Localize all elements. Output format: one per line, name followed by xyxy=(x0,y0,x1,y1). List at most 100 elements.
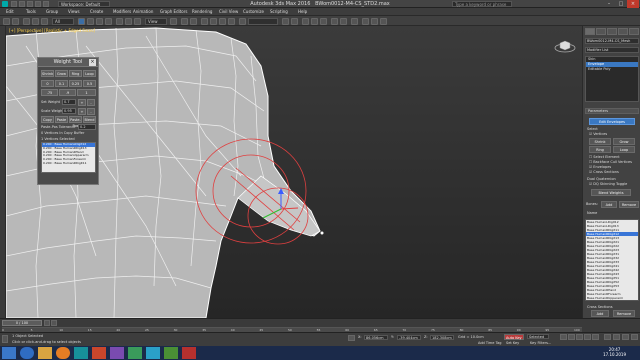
cs-remove-button[interactable]: Remove xyxy=(613,310,635,317)
app-icon-8[interactable] xyxy=(146,347,160,359)
render-setup-icon[interactable] xyxy=(362,18,369,25)
wt-weight-1-button[interactable]: 1 xyxy=(77,89,96,96)
spinner-snap-icon[interactable] xyxy=(228,18,235,25)
add-bone-button[interactable]: Add xyxy=(601,201,617,208)
wt-loop-button[interactable]: Loop xyxy=(83,70,96,77)
app-icon-7[interactable] xyxy=(128,347,142,359)
set-weight-minus-button[interactable]: - xyxy=(87,99,95,106)
stack-item-editable-poly[interactable]: Editable Poly xyxy=(586,67,638,72)
curve-editor-icon[interactable] xyxy=(331,18,338,25)
list-item[interactable]: Base HumanRUpperarm xyxy=(586,296,638,300)
orbit-icon[interactable] xyxy=(613,334,620,340)
select-by-name-icon[interactable] xyxy=(87,18,94,25)
mirror-icon[interactable] xyxy=(282,18,289,25)
wt-weight-025-button[interactable]: 0.25 xyxy=(69,80,82,87)
graphite-toggle-icon[interactable] xyxy=(320,18,327,25)
bones-list[interactable]: Base HumanLDigit12 Base HumanLDigit13 Ba… xyxy=(585,219,639,301)
dq-toggle-checkbox[interactable]: ☑ DQ Skinning Toggle xyxy=(589,182,627,186)
wt-weight-09-button[interactable]: .9 xyxy=(59,89,76,96)
rendered-frame-window-icon[interactable] xyxy=(371,18,378,25)
wt-weight-0-button[interactable]: 0 xyxy=(41,80,54,87)
wt-weight-05-button[interactable]: 0.5 xyxy=(83,80,96,87)
percent-snap-icon[interactable] xyxy=(219,18,226,25)
prev-frame-icon[interactable] xyxy=(568,334,575,340)
select-object-icon[interactable] xyxy=(78,18,85,25)
menu-create[interactable]: Create xyxy=(90,9,103,14)
wt-grow-button[interactable]: Grow xyxy=(55,70,68,77)
goto-start-icon[interactable] xyxy=(560,334,567,340)
move-icon[interactable] xyxy=(116,18,123,25)
start-icon[interactable] xyxy=(2,347,16,359)
app-icon-9[interactable] xyxy=(164,347,178,359)
auto-key-button[interactable]: Auto Key xyxy=(504,334,524,340)
unlink-icon[interactable] xyxy=(32,18,39,25)
maxscript-listener-icon[interactable] xyxy=(2,335,8,343)
angle-snap-icon[interactable] xyxy=(210,18,217,25)
wt-paste-button[interactable]: Paste xyxy=(55,116,68,123)
wt-shrink-button[interactable]: Shrink xyxy=(41,70,54,77)
goto-end-icon[interactable] xyxy=(592,334,599,340)
undo-tool-icon[interactable] xyxy=(3,18,10,25)
menu-edit[interactable]: Edit xyxy=(6,9,14,14)
maximize-viewport-icon[interactable] xyxy=(631,334,638,340)
snaps-toggle-icon[interactable] xyxy=(201,18,208,25)
menu-rendering[interactable]: Rendering xyxy=(192,9,212,14)
key-filters-button[interactable]: Key Filters... xyxy=(530,341,551,345)
redo-tool-icon[interactable] xyxy=(12,18,19,25)
list-item[interactable]: 0.200 : Base HumanRDigit11 xyxy=(42,162,95,166)
x-coordinate-field[interactable]: 86.056cm xyxy=(364,335,388,340)
lock-selection-icon[interactable] xyxy=(348,335,355,341)
reference-coordinate-dropdown[interactable]: View xyxy=(145,18,167,25)
wt-copy-button[interactable]: Copy xyxy=(41,116,54,123)
menu-modifiers[interactable]: Modifiers xyxy=(113,9,131,14)
play-icon[interactable] xyxy=(576,334,583,340)
selected-dropdown[interactable]: Selected xyxy=(527,334,549,339)
y-coordinate-field[interactable]: -39.404cm xyxy=(397,335,421,340)
menu-tools[interactable]: Tools xyxy=(26,9,36,14)
scale-weight-input[interactable]: 0.95 xyxy=(62,108,76,114)
wt-weight-01-button[interactable]: 0.1 xyxy=(55,80,68,87)
menu-help[interactable]: Help xyxy=(298,9,307,14)
3ds-max-taskbar-icon[interactable] xyxy=(74,347,88,359)
schematic-view-icon[interactable] xyxy=(340,18,347,25)
tab-create[interactable] xyxy=(585,28,595,35)
system-clock[interactable]: 20:47 17.10.2019 xyxy=(603,347,626,357)
set-weight-input[interactable]: 0.7 xyxy=(62,99,76,105)
link-icon[interactable] xyxy=(23,18,30,25)
wt-weight-075-button[interactable]: .75 xyxy=(41,89,58,96)
powerpoint-icon[interactable] xyxy=(92,347,106,359)
add-time-tag[interactable]: Add Time Tag xyxy=(478,341,502,345)
modifier-list-dropdown[interactable]: Modifier List xyxy=(585,47,639,53)
tab-modify[interactable] xyxy=(596,28,606,35)
media-player-icon[interactable] xyxy=(56,347,70,359)
set-key-label[interactable]: Set Key xyxy=(506,341,519,345)
grow-button[interactable]: Grow xyxy=(613,138,635,145)
shrink-button[interactable]: Shrink xyxy=(589,138,611,145)
minimize-button[interactable]: – xyxy=(603,0,615,8)
wt-ring-button[interactable]: Ring xyxy=(69,70,82,77)
pivot-center-icon[interactable] xyxy=(170,18,177,25)
tab-motion[interactable] xyxy=(618,28,628,35)
menu-graph-editors[interactable]: Graph Editors xyxy=(160,9,187,14)
wt-blend-button[interactable]: Blend xyxy=(83,116,96,123)
cs-add-button[interactable]: Add xyxy=(591,310,609,317)
menu-civil-view[interactable]: Civil View xyxy=(219,9,238,14)
next-frame-icon[interactable] xyxy=(584,334,591,340)
menu-customize[interactable]: Customize xyxy=(243,9,264,14)
set-weight-plus-button[interactable]: + xyxy=(78,99,86,106)
bind-space-warp-icon[interactable] xyxy=(41,18,48,25)
select-manipulate-icon[interactable] xyxy=(181,18,188,25)
named-selection-icon[interactable] xyxy=(239,18,246,25)
selection-filter-dropdown[interactable]: All xyxy=(52,18,74,25)
app-icon-10[interactable] xyxy=(182,347,196,359)
blend-weights-button[interactable]: Blend Weights xyxy=(591,189,631,196)
time-prev-icon[interactable] xyxy=(44,320,50,326)
menu-group[interactable]: Group xyxy=(46,9,58,14)
render-production-icon[interactable] xyxy=(380,18,387,25)
menu-scripting[interactable]: Scripting xyxy=(270,9,288,14)
cross-sections-checkbox[interactable]: ☑ Cross Sections xyxy=(589,170,619,174)
wt-paste-pos-button[interactable]: Paste-Pos xyxy=(69,116,82,128)
remove-bone-button[interactable]: Remove xyxy=(619,201,639,208)
scale-weight-minus-button[interactable]: - xyxy=(87,108,95,115)
rectangular-selection-icon[interactable] xyxy=(96,18,103,25)
